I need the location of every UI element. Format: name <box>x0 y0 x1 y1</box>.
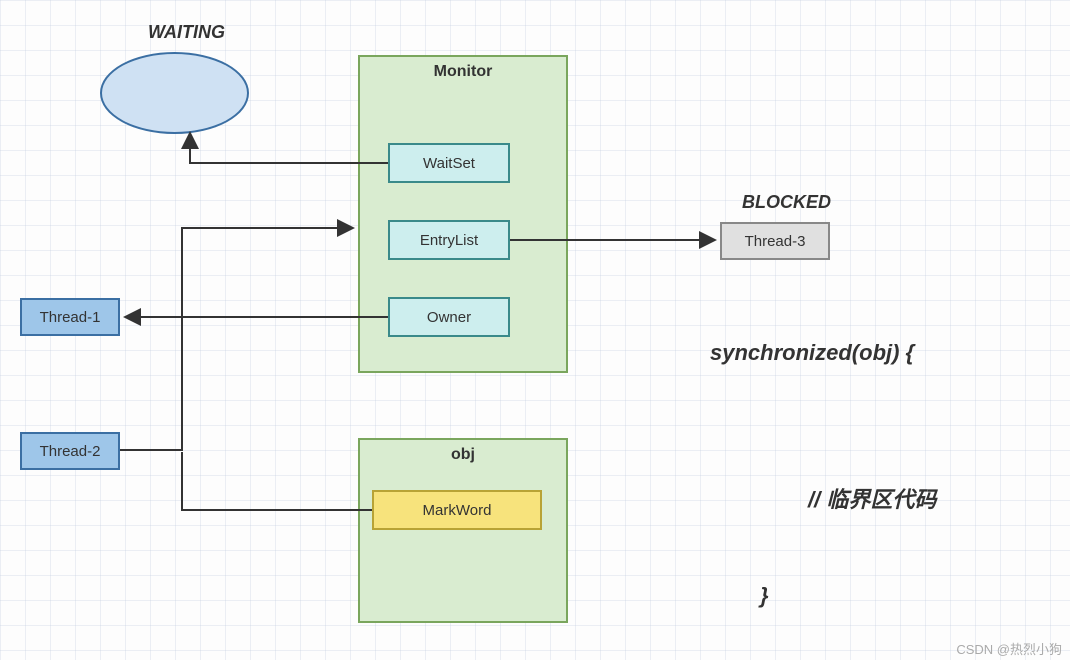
blocked-state-label: BLOCKED <box>742 192 831 213</box>
entrylist-box: EntryList <box>388 220 510 260</box>
watermark: CSDN @热烈小狗 <box>956 639 1062 658</box>
monitor-title: Monitor <box>360 63 566 81</box>
thread-3-box: Thread-3 <box>720 222 830 260</box>
waiting-state-label: WAITING <box>148 22 225 43</box>
waitset-box: WaitSet <box>388 143 510 183</box>
code-line-1: synchronized(obj) { <box>710 340 914 366</box>
obj-container: obj <box>358 438 568 623</box>
arrow-markword-merge <box>182 452 372 510</box>
markword-box: MarkWord <box>372 490 542 530</box>
code-line-2: // 临界区代码 <box>808 482 936 514</box>
arrow-thread2-to-entrylist <box>120 228 352 450</box>
owner-box: Owner <box>388 297 510 337</box>
thread-2-box: Thread-2 <box>20 432 120 470</box>
obj-title: obj <box>360 446 566 464</box>
thread-1-box: Thread-1 <box>20 298 120 336</box>
code-line-3: } <box>760 583 769 609</box>
waiting-ellipse <box>100 52 249 134</box>
